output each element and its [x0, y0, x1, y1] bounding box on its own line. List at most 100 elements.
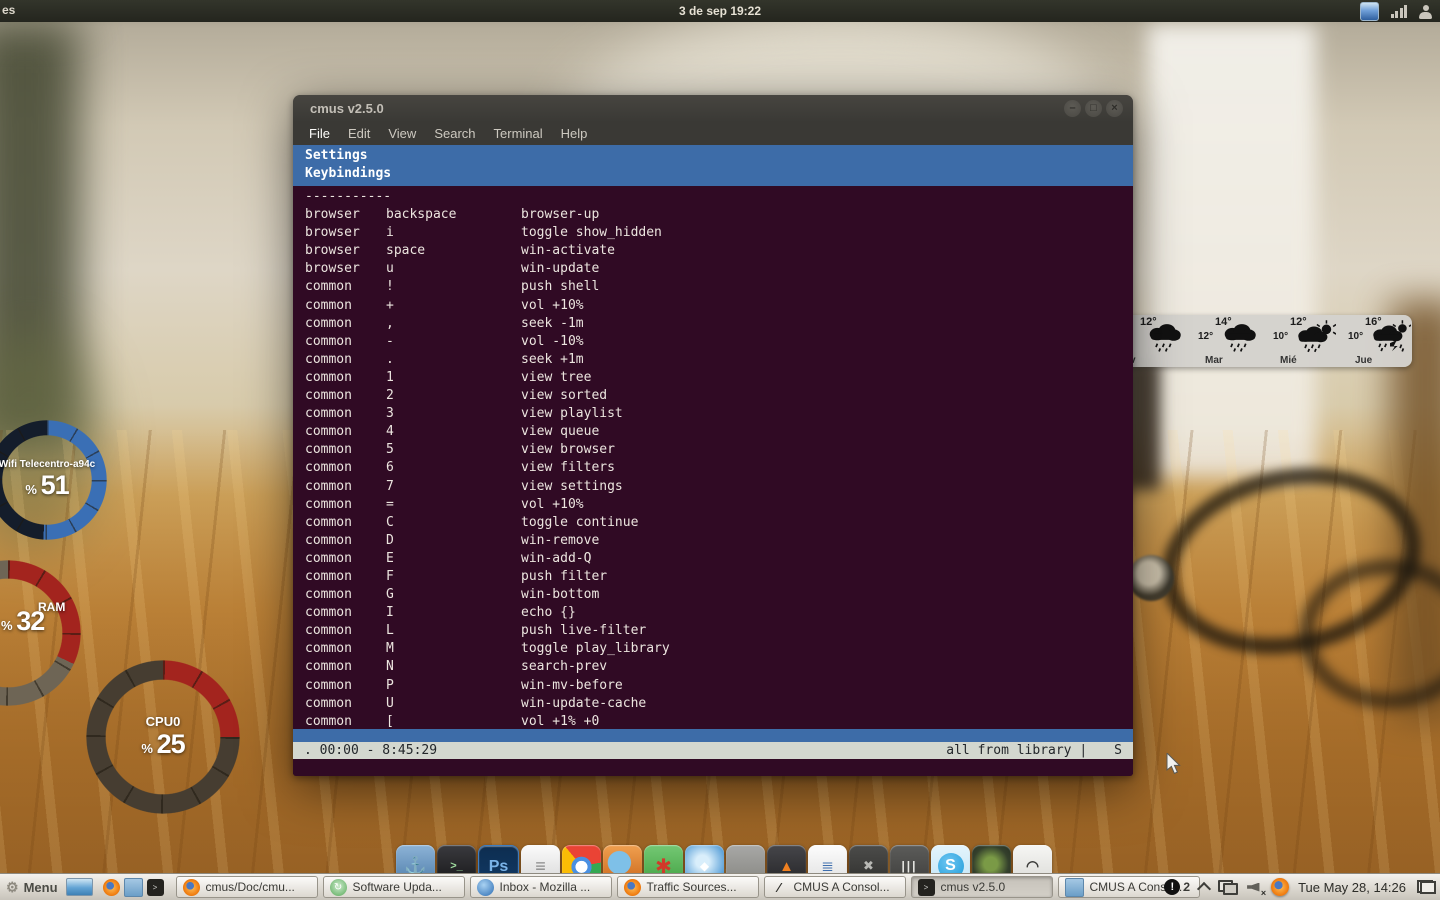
cmus-window-separator	[293, 729, 1133, 742]
keybinding-context: common	[305, 514, 386, 532]
keybinding-row[interactable]: commonDwin-remove	[305, 532, 1133, 550]
menu-file[interactable]: File	[300, 126, 339, 141]
keybinding-row[interactable]: commonIecho {}	[305, 604, 1133, 622]
notification-icon[interactable]: !	[1164, 879, 1180, 895]
taskbar-window-button[interactable]: ↻Software Upda...	[323, 876, 465, 898]
keybinding-context: common	[305, 351, 386, 369]
status-position: . 00:00 - 8:45:29	[304, 743, 437, 758]
keybinding-key: 2	[386, 387, 521, 405]
workspace-switcher-icon[interactable]	[1417, 880, 1436, 894]
menu-view[interactable]: View	[379, 126, 425, 141]
taskbar-window-label: cmus v2.5.0	[941, 880, 1006, 894]
cmus-command-line[interactable]	[293, 759, 1133, 774]
keybinding-row[interactable]: commonEwin-add-Q	[305, 550, 1133, 568]
keybinding-row[interactable]: commonPwin-mv-before	[305, 677, 1133, 695]
keybinding-row[interactable]: commonFpush filter	[305, 568, 1133, 586]
keybinding-row[interactable]: commonMtoggle play_library	[305, 640, 1133, 658]
user-icon[interactable]	[1419, 5, 1432, 19]
edit-icon: ∕	[771, 879, 788, 896]
chevron-up-icon[interactable]	[1197, 881, 1211, 895]
keybinding-context: browser	[305, 242, 386, 260]
keybinding-row[interactable]: common!push shell	[305, 278, 1133, 296]
taskbar-window-button[interactable]: ∕CMUS A Consol...	[764, 876, 906, 898]
window-titlebar[interactable]: cmus v2.5.0 – □ ×	[293, 95, 1133, 122]
taskbar-window-button[interactable]: Traffic Sources...	[617, 876, 759, 898]
keybinding-row[interactable]: commonUwin-update-cache	[305, 695, 1133, 713]
keybinding-action: search-prev	[521, 658, 607, 676]
cmus-tab-keybindings[interactable]: Keybindings	[305, 165, 1133, 183]
keybinding-row[interactable]: common6view filters	[305, 459, 1133, 477]
show-desktop-button[interactable]	[66, 878, 93, 896]
keybinding-key: ,	[386, 315, 521, 333]
wifi-gauge-widget[interactable]: Wifi Telecentro-a94c % 51	[0, 420, 107, 540]
keybinding-key: -	[386, 333, 521, 351]
keybinding-row[interactable]: common+vol +10%	[305, 297, 1133, 315]
firefox-launcher-icon[interactable]	[103, 879, 120, 896]
keybinding-context: common	[305, 405, 386, 423]
signal-strength-icon[interactable]	[1391, 5, 1408, 18]
menu-search[interactable]: Search	[425, 126, 484, 141]
keybinding-context: common	[305, 586, 386, 604]
desktop: es 3 de sep 19:22 Wifi Telecentro-a94c %…	[0, 0, 1440, 900]
folder-launcher-icon[interactable]	[124, 878, 143, 897]
keybinding-row[interactable]: commonNsearch-prev	[305, 658, 1133, 676]
keybinding-row[interactable]: common1view tree	[305, 369, 1133, 387]
keybinding-context: common	[305, 640, 386, 658]
taskbar-window-label: cmus/Doc/cmu...	[206, 880, 295, 894]
menu-terminal[interactable]: Terminal	[485, 126, 552, 141]
keybinding-row[interactable]: browseritoggle show_hidden	[305, 224, 1133, 242]
menu-help[interactable]: Help	[552, 126, 597, 141]
cmus-view-header: Settings Keybindings	[293, 145, 1133, 186]
keybinding-context: common	[305, 297, 386, 315]
keybinding-context: browser	[305, 260, 386, 278]
weather-widget[interactable]: 12°v14°12°Mar12°10°Mié16°10°Jue	[1112, 315, 1412, 367]
keybinding-row[interactable]: common2view sorted	[305, 387, 1133, 405]
close-button[interactable]: ×	[1106, 100, 1123, 117]
app-window-icon[interactable]	[1360, 2, 1379, 21]
keybinding-row[interactable]: common=vol +10%	[305, 496, 1133, 514]
keybinding-row[interactable]: common,seek -1m	[305, 315, 1133, 333]
maximize-button[interactable]: □	[1085, 100, 1102, 117]
ram-gauge-widget[interactable]: RAM % 32	[0, 560, 81, 706]
keybinding-row[interactable]: common4view queue	[305, 423, 1133, 441]
taskbar-window-button[interactable]: >cmus v2.5.0	[911, 876, 1053, 898]
keybinding-action: seek -1m	[521, 315, 584, 333]
volume-muted-icon[interactable]	[1247, 881, 1262, 894]
keybinding-row[interactable]: common7view settings	[305, 478, 1133, 496]
keybinding-key: 1	[386, 369, 521, 387]
keybinding-row[interactable]: commonCtoggle continue	[305, 514, 1133, 532]
keybinding-row[interactable]: commonGwin-bottom	[305, 586, 1133, 604]
wifi-gauge-value: % 51	[25, 470, 68, 501]
keybinding-row[interactable]: common3view playlist	[305, 405, 1133, 423]
taskbar-window-button[interactable]: cmus/Doc/cmu...	[176, 876, 318, 898]
menu-edit[interactable]: Edit	[339, 126, 379, 141]
keybinding-action: win-add-Q	[521, 550, 591, 568]
weather-day-label: Jue	[1355, 355, 1372, 366]
panel-clock[interactable]: 3 de sep 19:22	[0, 4, 1440, 18]
keybinding-key: +	[386, 297, 521, 315]
menu-button[interactable]: ⚙ Menu	[0, 879, 66, 896]
keybinding-row[interactable]: common5view browser	[305, 441, 1133, 459]
network-displays-icon[interactable]	[1218, 880, 1238, 895]
cmus-tab-settings[interactable]: Settings	[305, 147, 1133, 165]
keybinding-key: .	[386, 351, 521, 369]
keybinding-row[interactable]: commonLpush live-filter	[305, 622, 1133, 640]
keybinding-row[interactable]: browserbackspacebrowser-up	[305, 206, 1133, 224]
keybinding-row[interactable]: browseruwin-update	[305, 260, 1133, 278]
keybinding-row[interactable]: browserspacewin-activate	[305, 242, 1133, 260]
taskbar-window-button[interactable]: Inbox - Mozilla ...	[470, 876, 612, 898]
firefox-tray-icon[interactable]	[1271, 878, 1289, 896]
keybinding-context: common	[305, 387, 386, 405]
keybinding-context: common	[305, 478, 386, 496]
weather-low-temp: 12°	[1198, 331, 1213, 342]
keybinding-context: browser	[305, 206, 386, 224]
cmus-terminal-window[interactable]: cmus v2.5.0 – □ × FileEditViewSearchTerm…	[293, 95, 1133, 776]
taskbar-clock[interactable]: Tue May 28, 14:26	[1298, 880, 1406, 895]
weather-day: 16°10°Jue	[1337, 315, 1412, 367]
keybinding-row[interactable]: common-vol -10%	[305, 333, 1133, 351]
cmus-keybindings-list: ----------- browserbackspacebrowser-upbr…	[293, 186, 1133, 731]
keybinding-row[interactable]: common.seek +1m	[305, 351, 1133, 369]
terminal-launcher-icon[interactable]: >	[147, 879, 164, 896]
cpu-gauge-widget[interactable]: CPU0 % 25	[86, 660, 240, 814]
minimize-button[interactable]: –	[1064, 100, 1081, 117]
